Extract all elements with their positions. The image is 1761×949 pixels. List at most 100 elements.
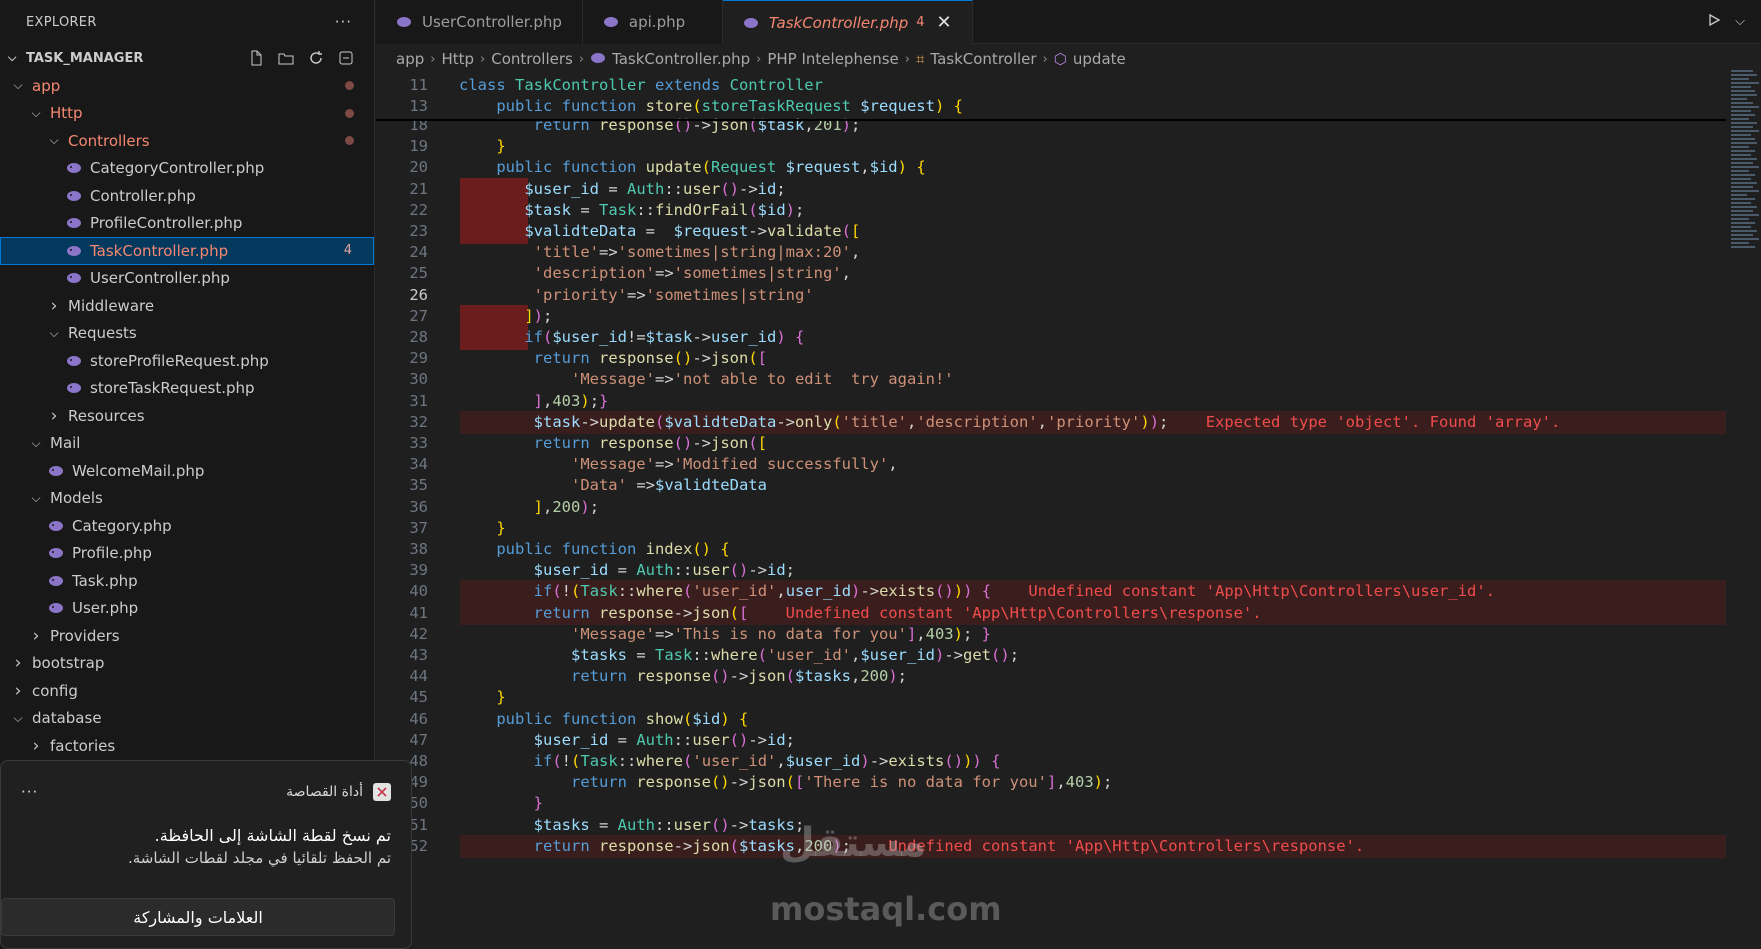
tab-api[interactable]: api.php — [582, 0, 723, 44]
breadcrumb-item[interactable]: Controllers — [491, 50, 573, 68]
tree-file[interactable]: User.php — [0, 595, 374, 623]
code-line[interactable]: 48 if(!(Task::where('user_id',$user_id)-… — [376, 750, 1726, 774]
tree-folder[interactable]: › config — [0, 677, 374, 705]
new-folder-icon[interactable] — [276, 48, 296, 68]
code-line[interactable]: 25 'description'=>'sometimes|string', — [376, 262, 1726, 286]
php-elephant-icon — [66, 162, 82, 174]
code-line[interactable]: 29 return response()->json([ — [376, 347, 1726, 371]
code-line[interactable]: 41 return response->json([ Undefined con… — [376, 601, 1726, 626]
tree-folder[interactable]: ⌵ Models — [0, 485, 374, 513]
breadcrumb-item[interactable]: TaskController — [930, 50, 1036, 68]
breadcrumb-item[interactable]: app — [396, 50, 424, 68]
code-token: ) — [953, 582, 964, 601]
tree-folder[interactable]: ⌵ database — [0, 705, 374, 733]
tree-folder[interactable]: ⌵ app — [0, 72, 374, 100]
code-token: () — [710, 667, 730, 686]
markup-share-button[interactable]: العلامات والمشاركة — [1, 898, 395, 936]
code-line[interactable]: 52 return response->json($tasks,200); Un… — [376, 834, 1726, 859]
code-token: => — [654, 455, 674, 474]
run-icon[interactable] — [1707, 13, 1721, 31]
chevron-right-icon: › — [14, 653, 22, 674]
tree-file[interactable]: storeProfileRequest.php — [0, 347, 374, 375]
close-icon[interactable]: ✕ — [937, 12, 952, 33]
code-line[interactable]: 33 return response()->json([ — [376, 432, 1726, 456]
code-line[interactable]: 32 $task->update($validteData->only('tit… — [376, 410, 1726, 435]
tab-task-controller[interactable]: TaskController.php 4 ✕ — [722, 0, 973, 44]
code-line[interactable]: 43 $tasks = Task::where('user_id',$user_… — [376, 644, 1726, 668]
tree-folder[interactable]: › Resources — [0, 402, 374, 430]
code-line[interactable]: 21 $user_id = Auth::user()->id; — [376, 177, 1726, 202]
notification-more-button[interactable]: ··· — [21, 783, 38, 801]
class-icon: ⌗ — [915, 50, 925, 68]
code-text: $tasks = Auth::user()->tasks; — [459, 814, 805, 838]
code-line[interactable]: 34 'Message'=>'Modified successfully', — [376, 453, 1726, 477]
tree-file[interactable]: Category.php — [0, 512, 374, 540]
code-line[interactable]: 35 'Data' =>$validteData — [376, 474, 1726, 498]
code-line[interactable]: 44 return response()->json($tasks,200); — [376, 665, 1726, 689]
code-token: ; — [1009, 646, 1020, 664]
tree-file[interactable]: Task.php — [0, 567, 374, 595]
tree-item-label: Http — [50, 104, 83, 123]
tree-file[interactable]: Controller.php — [0, 182, 374, 210]
code-line[interactable]: 22 $task = Task::findOrFail($id); — [376, 198, 1726, 223]
code-line[interactable]: 50 } — [376, 792, 1726, 816]
tree-file[interactable]: CategoryController.php — [0, 155, 374, 183]
code-line[interactable]: 51 $tasks = Auth::user()->tasks; — [376, 814, 1726, 838]
code-editor[interactable]: 11 class TaskController extends Controlle… — [376, 74, 1726, 949]
tree-file[interactable]: WelcomeMail.php — [0, 457, 374, 485]
tree-file[interactable]: TaskController.php 4 — [0, 237, 374, 265]
breadcrumb-item[interactable]: TaskController.php — [612, 50, 750, 68]
code-line[interactable]: 37 } — [376, 517, 1726, 541]
tree-folder[interactable]: › bootstrap — [0, 650, 374, 678]
tree-folder[interactable]: ⌵ Http — [0, 100, 374, 128]
code-line[interactable]: 18 return response()->json($task,201); — [376, 114, 1726, 138]
code-line[interactable]: 36 ],200); — [376, 496, 1726, 520]
minimap[interactable] — [1731, 70, 1761, 290]
code-token: :: — [664, 179, 683, 198]
code-text: } — [459, 135, 505, 159]
tree-file[interactable]: Profile.php — [0, 540, 374, 568]
tree-file[interactable]: ProfileController.php — [0, 210, 374, 238]
tree-folder[interactable]: › factories — [0, 732, 374, 760]
collapse-all-icon[interactable] — [336, 48, 356, 68]
code-line[interactable]: 38 public function index() { — [376, 538, 1726, 562]
tree-folder[interactable]: › Providers — [0, 622, 374, 650]
new-file-icon[interactable] — [246, 48, 266, 68]
tree-folder[interactable]: ⌵ Requests — [0, 320, 374, 348]
code-line[interactable]: 47 $user_id = Auth::user()->id; — [376, 729, 1726, 753]
code-line[interactable]: 19 } — [376, 135, 1726, 159]
refresh-icon[interactable] — [306, 48, 326, 68]
code-line[interactable]: 49 return response()->json(['There is no… — [376, 771, 1726, 795]
php-elephant-icon — [743, 17, 759, 29]
code-line[interactable]: 31 ],403);} — [376, 390, 1726, 414]
tree-folder[interactable]: › Middleware — [0, 292, 374, 320]
tree-file[interactable]: storeTaskRequest.php — [0, 375, 374, 403]
tree-folder[interactable]: ⌵ Controllers — [0, 127, 374, 155]
code-line[interactable]: 39 $user_id = Auth::user()->id; — [376, 559, 1726, 583]
explorer-more-button[interactable]: ··· — [335, 13, 352, 31]
tree-folder[interactable]: ⌵ Mail — [0, 430, 374, 458]
code-line[interactable]: 46 public function show($id) { — [376, 708, 1726, 732]
tree-file[interactable]: UserController.php — [0, 265, 374, 293]
breadcrumb-item[interactable]: PHP Intelephense — [767, 50, 898, 68]
code-line[interactable]: 24 'title'=>'sometimes|string|max:20', — [376, 241, 1726, 265]
code-line[interactable]: 40 if(!(Task::where('user_id',user_id)->… — [376, 580, 1726, 604]
breadcrumb-item[interactable]: update — [1073, 50, 1126, 68]
snipping-tool-notification[interactable]: أداة القصاصة ··· تم نسخ لقطة الشاشة إلى … — [0, 760, 412, 949]
code-line[interactable]: 45 } — [376, 686, 1726, 710]
code-line[interactable]: 26 'priority'=>'sometimes|string' — [376, 284, 1726, 308]
tab-user-controller[interactable]: UserController.php — [376, 0, 583, 44]
code-line[interactable]: 27 ]); — [376, 304, 1726, 329]
code-token: () — [710, 815, 730, 834]
code-line[interactable]: 20 public function update(Request $reque… — [376, 156, 1726, 180]
code-line[interactable]: 28 if($user_id!=$task->user_id) { — [376, 326, 1726, 350]
project-root[interactable]: ⌵ TASK_MANAGER — [0, 44, 374, 72]
code-line[interactable]: 11 class TaskController extends Controlle… — [376, 74, 1726, 98]
code-line[interactable]: 23 $validteData = $request->validate([ — [376, 220, 1726, 244]
code-line[interactable]: 42 'Message'=>'This is no data for you']… — [376, 623, 1726, 647]
chevron-down-icon[interactable]: ⌵ — [1735, 14, 1745, 29]
code-token: -> — [944, 646, 964, 664]
code-line[interactable]: 30 'Message'=>'not able to edit try agai… — [376, 368, 1726, 392]
breadcrumb-item[interactable]: Http — [441, 50, 474, 68]
